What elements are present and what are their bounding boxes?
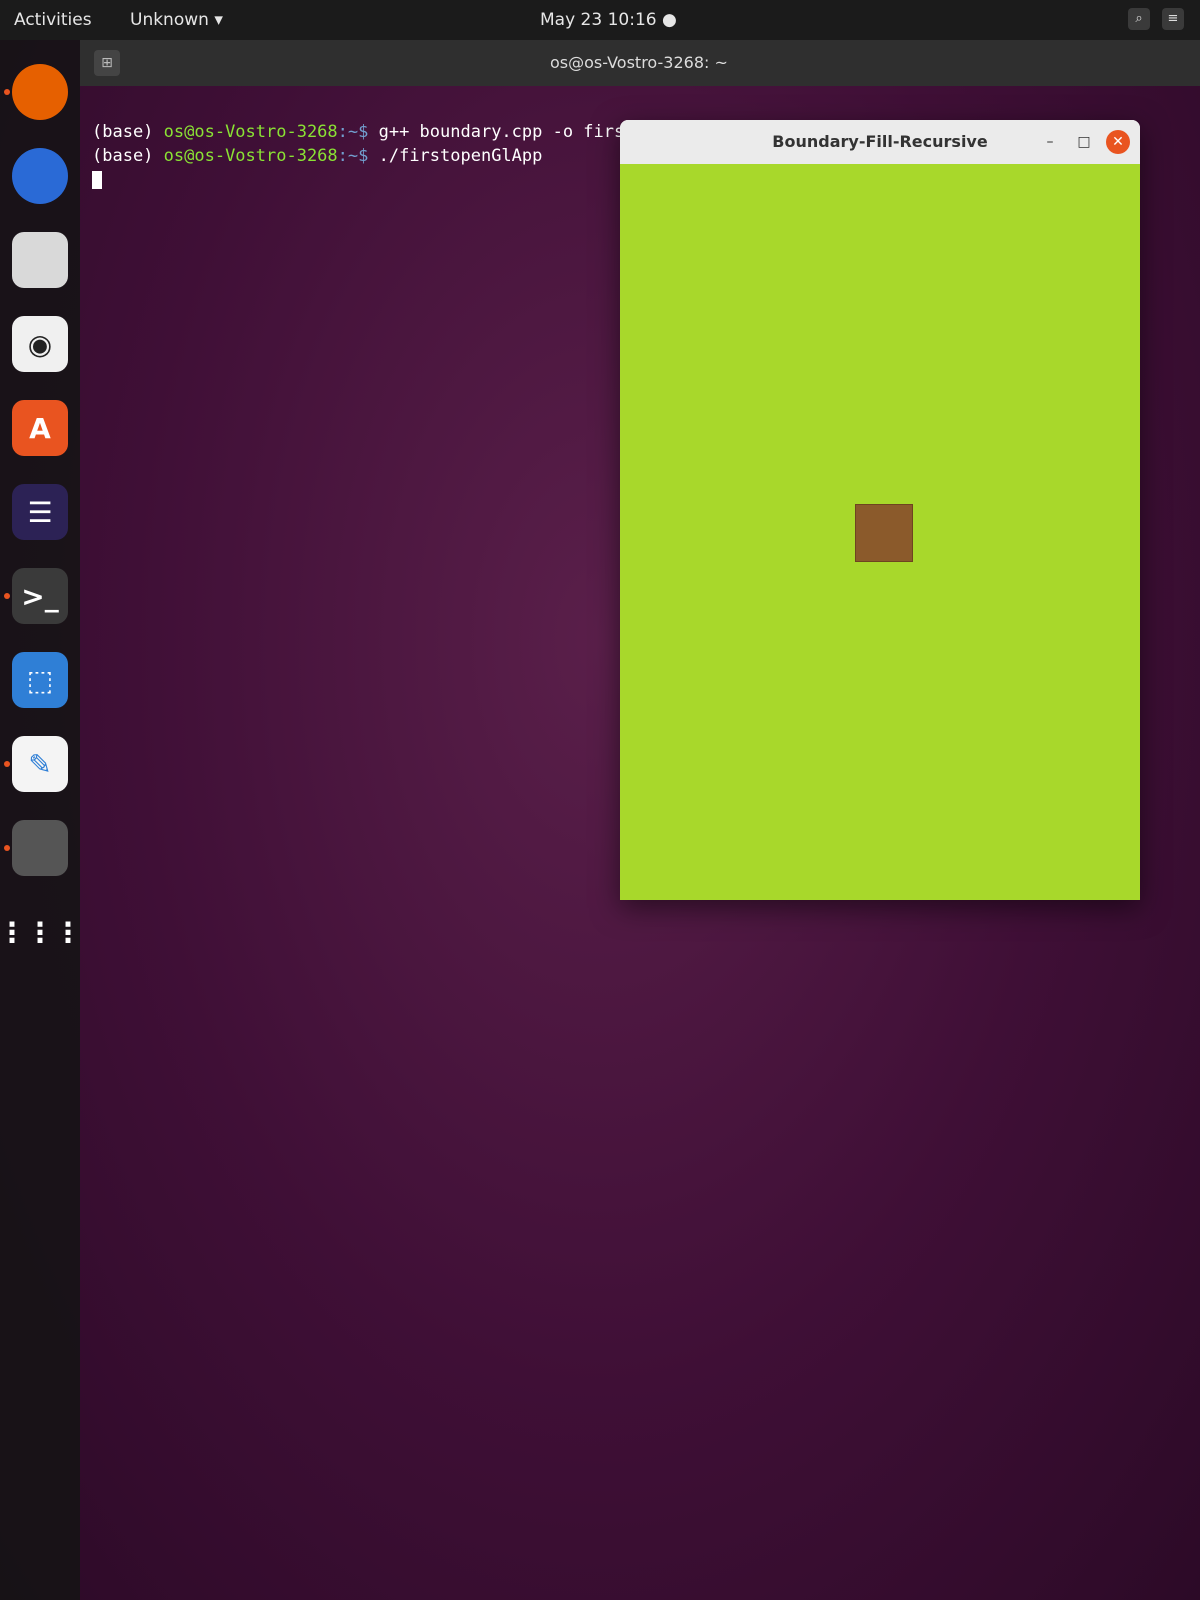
search-icon[interactable]: ⌕ (1128, 8, 1150, 30)
dock: ◉ A ☰ >_ ⬚ ✎ ⋮⋮⋮ (0, 40, 82, 1600)
prompt-user: os@os-Vostro-3268 (163, 146, 338, 166)
screenshot-icon[interactable]: ⬚ (12, 652, 68, 708)
terminal-title: os@os-Vostro-3268: ~ (550, 53, 728, 72)
running-indicator (4, 89, 10, 95)
text-editor-icon[interactable]: ✎ (12, 736, 68, 792)
close-button[interactable]: ✕ (1106, 130, 1130, 154)
clock[interactable]: May 23 10:16 ● (540, 10, 677, 30)
prompt-user: os@os-Vostro-3268 (163, 122, 338, 142)
gl-canvas[interactable] (620, 164, 1140, 900)
menu-icon[interactable]: ≡ (1162, 8, 1184, 30)
boundary-square (855, 504, 913, 562)
gl-window-titlebar[interactable]: Boundary-Fill-Recursive – □ ✕ (620, 120, 1140, 165)
new-tab-icon[interactable]: ⊞ (94, 50, 120, 76)
maximize-button[interactable]: □ (1072, 130, 1096, 154)
terminal-header[interactable]: ⊞ os@os-Vostro-3268: ~ (80, 40, 1200, 86)
prompt-path: :~$ (337, 146, 379, 166)
firefox-icon[interactable] (12, 64, 68, 120)
top-bar: Activities Unknown ▾ May 23 10:16 ● ⌕ ≡ (0, 0, 1200, 40)
system-tray: ⌕ ≡ (1128, 8, 1184, 30)
terminal-icon[interactable]: >_ (12, 568, 68, 624)
show-apps-icon[interactable]: ⋮⋮⋮ (0, 904, 82, 960)
activities-button[interactable]: Activities (14, 10, 92, 30)
app-menu[interactable]: Unknown ▾ (130, 10, 223, 30)
glut-app-icon[interactable] (12, 820, 68, 876)
running-indicator (4, 761, 10, 767)
gl-window[interactable]: Boundary-Fill-Recursive – □ ✕ (620, 120, 1140, 900)
minimize-button[interactable]: – (1038, 130, 1062, 154)
rhythmbox-icon[interactable]: ◉ (12, 316, 68, 372)
software-center-icon[interactable]: A (12, 400, 68, 456)
eclipse-icon[interactable]: ☰ (12, 484, 68, 540)
text-cursor (92, 171, 102, 189)
thunderbird-icon[interactable] (12, 148, 68, 204)
prompt-path: :~$ (337, 122, 379, 142)
running-indicator (4, 845, 10, 851)
running-indicator (4, 593, 10, 599)
command-text: ./firstopenGlApp (378, 146, 543, 166)
window-controls: – □ ✕ (1038, 130, 1130, 154)
files-icon[interactable] (12, 232, 68, 288)
desktop: Activities Unknown ▾ May 23 10:16 ● ⌕ ≡ … (0, 0, 1200, 1600)
